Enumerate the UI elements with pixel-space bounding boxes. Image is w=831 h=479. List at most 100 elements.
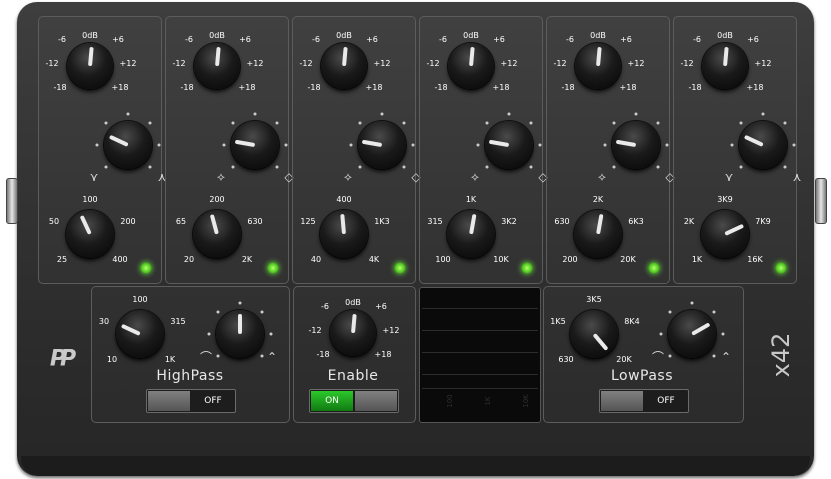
- band-2-freq-knob[interactable]: [193, 210, 241, 258]
- band-2-mid-tick-2: [231, 121, 235, 125]
- band-2-gain-label-4: +12: [246, 59, 264, 68]
- lowpass-slope-tick-4: [712, 310, 716, 314]
- band-5-freq-label-0: 2K: [592, 195, 604, 204]
- band-3-gain-label-1: 0dB: [336, 31, 352, 40]
- band-2-freq-label-0: 200: [209, 195, 225, 204]
- band-2-gain-knob[interactable]: [194, 43, 240, 89]
- band-4-gain-label-4: +12: [500, 59, 518, 68]
- lowpass-slope-tick-6: [712, 354, 716, 358]
- lowpass-slope-tick-2: [668, 310, 672, 314]
- lowpass-slope-knob[interactable]: [668, 310, 716, 358]
- lowpass-toggle[interactable]: OFF: [599, 389, 689, 413]
- band-5-mid-tick-4: [656, 121, 660, 125]
- band-1-freq-label-1: 50: [48, 217, 60, 226]
- band-6-gain-label-2: +6: [747, 35, 759, 44]
- band-5-freq-knob[interactable]: [574, 210, 622, 258]
- band-2-gain-label-1: 0dB: [209, 31, 225, 40]
- band-4-mid-knob[interactable]: [485, 121, 533, 169]
- band-3-mid-knob-indicator: [361, 139, 383, 147]
- band-6-freq-label-1: 2K: [683, 217, 695, 226]
- band-1-freq-label-0: 100: [82, 195, 98, 204]
- enable-toggle-label: ON: [325, 396, 339, 406]
- lowpass-slope-right-icon: ⌃: [720, 350, 732, 364]
- highpass-slope-tick-1: [207, 332, 211, 336]
- enable-gain-label-6: +18: [374, 350, 392, 359]
- highpass-slope-right-icon: ⌃: [266, 350, 278, 364]
- band-3-freq-knob-indicator: [340, 213, 346, 235]
- band-3-gain-label-6: +18: [365, 83, 383, 92]
- lowpass-slope-tick-3: [690, 301, 694, 305]
- band-2-freq-knob-indicator: [209, 214, 219, 235]
- band-6-mid-tick-6: [783, 165, 787, 169]
- band-3-freq-knob[interactable]: [320, 210, 368, 258]
- highpass-slope-knob[interactable]: [216, 310, 264, 358]
- band-3-gain-knob[interactable]: [321, 43, 367, 89]
- lowpass-freq-knob[interactable]: [570, 310, 618, 358]
- highpass-toggle-thumb[interactable]: [148, 391, 190, 411]
- band-5-gain-label-3: -12: [553, 59, 567, 68]
- enable-gain-label-1: 0dB: [345, 298, 361, 307]
- band-1-gain-label-0: -6: [58, 35, 66, 44]
- band-2-mid-tick-0: [231, 165, 235, 169]
- band-2-mid-tick-3: [253, 112, 257, 116]
- enable-toggle-thumb[interactable]: [355, 391, 397, 411]
- band-1-mid-knob[interactable]: [104, 121, 152, 169]
- band-2-freq-label-3: 20: [183, 255, 195, 264]
- highpass-freq-label-2: 315: [170, 317, 186, 326]
- highpass-slope-tick-3: [238, 301, 242, 305]
- band-1-gain-knob-indicator: [88, 46, 94, 67]
- band-5-mid-knob-indicator: [615, 139, 637, 147]
- band-1-freq-knob-indicator: [79, 214, 92, 235]
- band-5-mid-knob[interactable]: [612, 121, 660, 169]
- lowpass-freq-label-1: 1K5: [550, 317, 566, 326]
- band-6-mid-tick-1: [730, 143, 734, 147]
- band-5-gain-label-6: +18: [619, 83, 637, 92]
- band-1-gain-knob[interactable]: [67, 43, 113, 89]
- band-2-gain-label-3: -12: [172, 59, 186, 68]
- band-4-freq-knob[interactable]: [447, 210, 495, 258]
- band-3-mid-tick-2: [358, 121, 362, 125]
- band-6-gain-knob[interactable]: [702, 43, 748, 89]
- band-4-mid-tick-4: [529, 121, 533, 125]
- band-5-shape-left-icon: ⟡: [598, 169, 606, 184]
- model-name: x42: [767, 332, 795, 378]
- band-6-mid-knob-indicator: [743, 134, 764, 147]
- band-2-mid-tick-6: [275, 165, 279, 169]
- band-2-mid-knob[interactable]: [231, 121, 279, 169]
- band-3-mid-knob[interactable]: [358, 121, 406, 169]
- band-5-mid-tick-6: [656, 165, 660, 169]
- band-4-gain-knob[interactable]: [448, 43, 494, 89]
- band-5-mid-tick-3: [634, 112, 638, 116]
- scope-label-10k: 10K: [522, 394, 530, 408]
- lowpass-slope-left-icon: ⌒: [651, 350, 665, 365]
- band-4-mid-tick-0: [485, 165, 489, 169]
- band-3-mid-tick-6: [402, 165, 406, 169]
- highpass-toggle[interactable]: OFF: [146, 389, 236, 413]
- band-5-gain-label-5: -18: [561, 83, 575, 92]
- band-2-mid-tick-1: [222, 143, 226, 147]
- band-6-mid-knob[interactable]: [739, 121, 787, 169]
- lowpass-slope-tick-1: [659, 332, 663, 336]
- band-5-gain-label-4: +12: [627, 59, 645, 68]
- lowpass-toggle-thumb[interactable]: [601, 391, 643, 411]
- band-6-gain-label-1: 0dB: [717, 31, 733, 40]
- enable-gain-knob[interactable]: [330, 310, 376, 356]
- enable-toggle[interactable]: ON: [309, 389, 399, 413]
- highpass-slope-tick-5: [269, 332, 273, 336]
- band-3-freq-label-2: 1K3: [374, 217, 390, 226]
- band-2-mid-tick-4: [275, 121, 279, 125]
- band-5-gain-knob[interactable]: [575, 43, 621, 89]
- highpass-freq-knob[interactable]: [116, 310, 164, 358]
- band-1-freq-knob[interactable]: [66, 210, 114, 258]
- band-3-mid-tick-0: [358, 165, 362, 169]
- band-3-freq-label-1: 125: [300, 217, 316, 226]
- band-1-gain-label-5: -18: [53, 83, 67, 92]
- highpass-freq-knob-indicator: [120, 323, 141, 336]
- band-4-gain-label-3: -12: [426, 59, 440, 68]
- left-rack-screw: [6, 178, 18, 224]
- enable-gain-label-5: -18: [316, 350, 330, 359]
- band-3-freq-label-3: 40: [310, 255, 322, 264]
- band-6-freq-knob[interactable]: [701, 210, 749, 258]
- brand-logo: PP: [49, 346, 76, 372]
- band-3-active-led: [394, 262, 406, 274]
